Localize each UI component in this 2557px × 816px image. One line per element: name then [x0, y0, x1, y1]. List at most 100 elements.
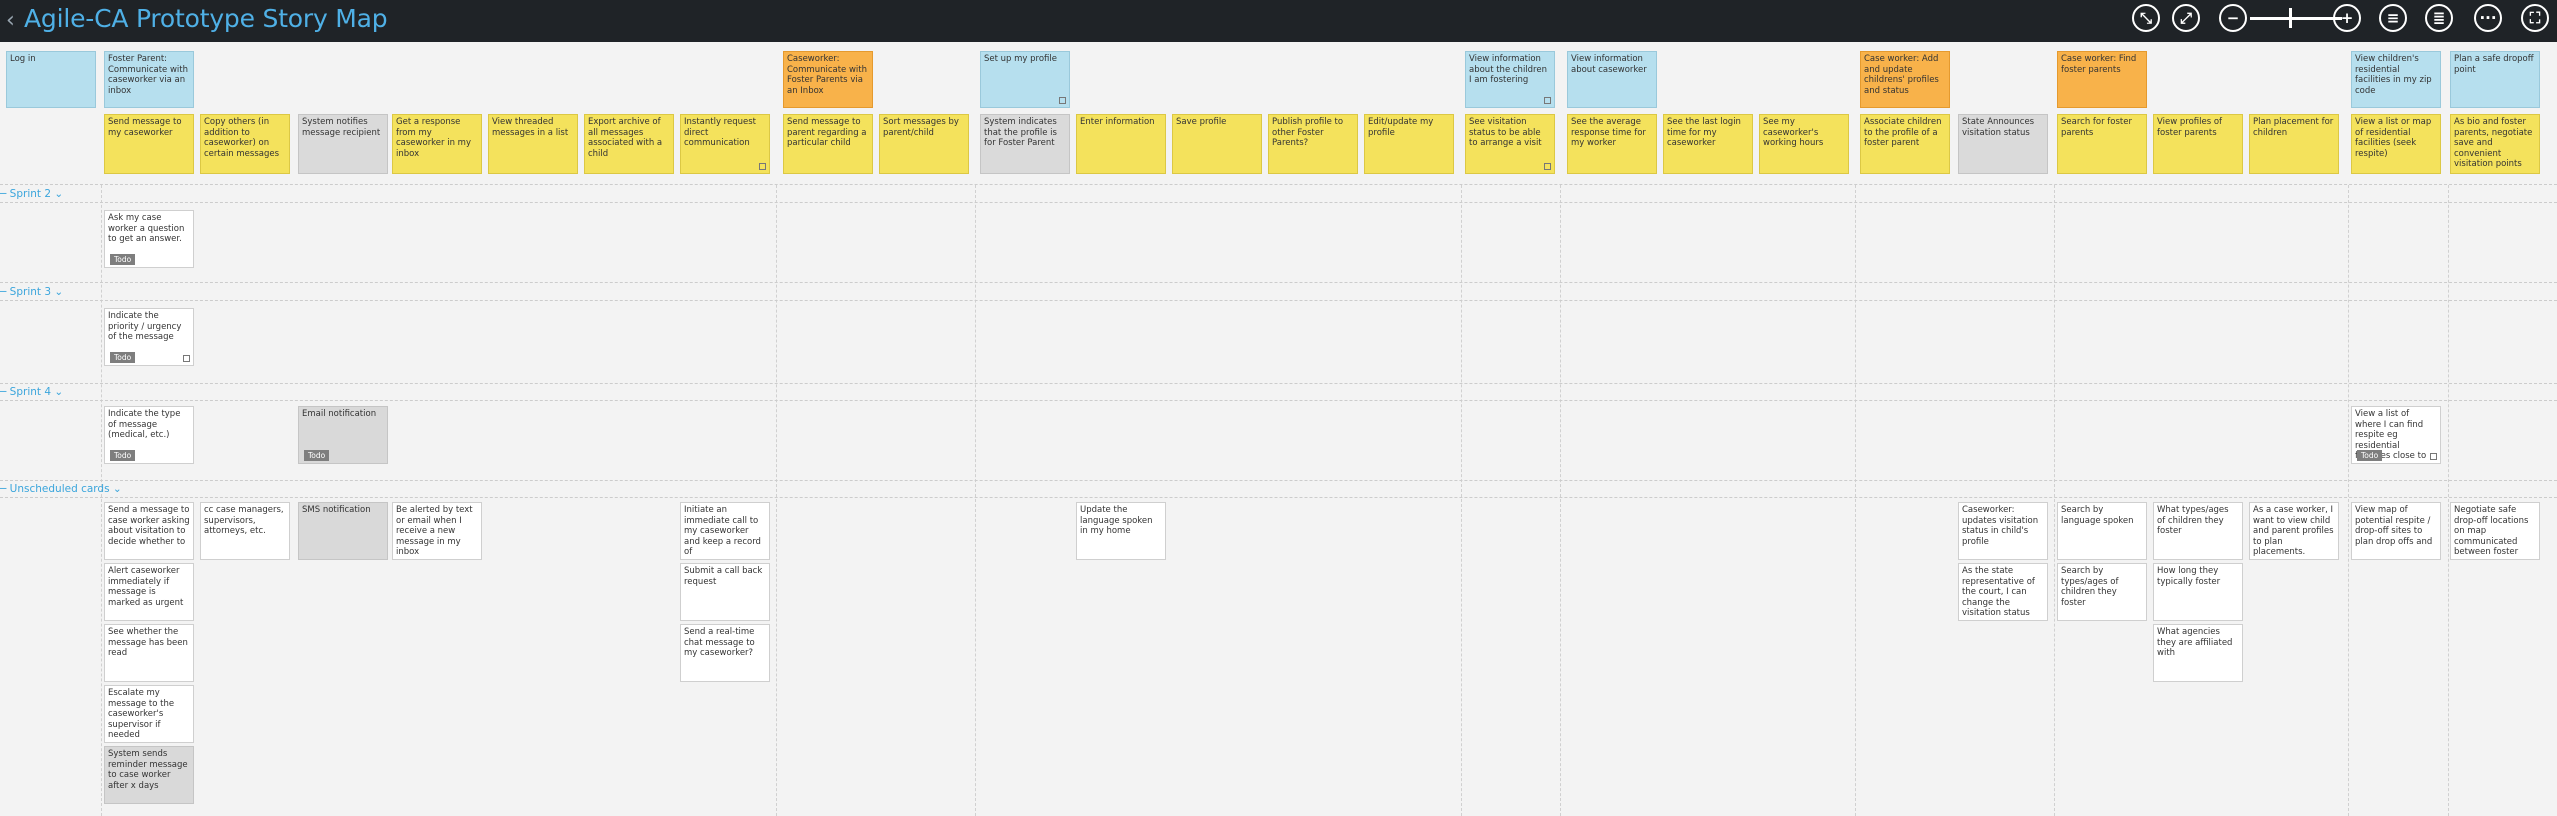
task-card[interactable]: View profiles of foster parents — [2153, 114, 2243, 174]
fullscreen-icon[interactable]: ⛶ — [2521, 4, 2549, 32]
status-badge: Todo — [110, 450, 136, 461]
task-card[interactable]: See the last login time for my caseworke… — [1663, 114, 1753, 174]
task-card[interactable]: State Announces visitation status — [1958, 114, 2048, 174]
status-badge: Todo — [2357, 450, 2383, 461]
story-card[interactable]: What types/ages of children they foster — [2153, 502, 2243, 560]
card-text: Search for foster parents — [2061, 117, 2132, 138]
task-card[interactable]: View a list or map of residential facili… — [2351, 114, 2441, 174]
task-card[interactable]: System indicates that the profile is for… — [980, 114, 1070, 174]
activity-card[interactable]: Plan a safe dropoff point — [2450, 51, 2540, 108]
card-text: Save profile — [1176, 117, 1227, 127]
story-card[interactable]: SMS notification — [298, 502, 388, 560]
story-card[interactable]: View a list of where I can find respite … — [2351, 406, 2441, 464]
story-card[interactable]: What agencies they are affiliated with — [2153, 624, 2243, 682]
lane-header-unscheduled[interactable]: ─ Unscheduled cards ⌄ — [0, 483, 122, 495]
task-card[interactable]: As bio and foster parents, negotiate sav… — [2450, 114, 2540, 174]
task-card[interactable]: View threaded messages in a list — [488, 114, 578, 174]
more-icon[interactable]: ··· — [2474, 4, 2502, 32]
zoom-out-icon[interactable]: − — [2219, 4, 2247, 32]
story-card[interactable]: Search by types/ages of children they fo… — [2057, 563, 2147, 621]
card-text: Alert caseworker immediately if message … — [108, 566, 184, 608]
story-card[interactable]: Caseworker: updates visitation status in… — [1958, 502, 2048, 560]
lane-header-sprint-3[interactable]: ─ Sprint 3 ⌄ — [0, 286, 63, 298]
menu-icon[interactable]: ≡ — [2379, 4, 2407, 32]
activity-card[interactable]: Log in — [6, 51, 96, 108]
story-card[interactable]: Submit a call back request — [680, 563, 770, 621]
story-card[interactable]: Be alerted by text or email when I recei… — [392, 502, 482, 560]
task-card[interactable]: Save profile — [1172, 114, 1262, 174]
task-card[interactable]: Edit/update my profile — [1364, 114, 1454, 174]
card-text: Get a response from my caseworker in my … — [396, 117, 471, 159]
task-card[interactable]: Send message to my caseworker — [104, 114, 194, 174]
card-text: Case worker: Add and update childrens' p… — [1864, 54, 1939, 96]
collapse-icon[interactable]: ⤡ — [2132, 4, 2160, 32]
card-text: Caseworker: updates visitation status in… — [1962, 505, 2039, 547]
task-card[interactable]: Enter information — [1076, 114, 1166, 174]
story-card[interactable]: Escalate my message to the caseworker's … — [104, 685, 194, 743]
lane-divider — [0, 383, 2557, 384]
lane-label: Sprint 2 — [9, 188, 52, 200]
task-card[interactable]: Search for foster parents — [2057, 114, 2147, 174]
activity-card[interactable]: Set up my profile — [980, 51, 1070, 108]
story-card[interactable]: Negotiate safe drop-off locations on map… — [2450, 502, 2540, 560]
card-text: See the average response time for my wor… — [1571, 117, 1646, 148]
lane-divider — [0, 497, 2557, 498]
story-card[interactable]: See whether the message has been read — [104, 624, 194, 682]
story-card[interactable]: Search by language spoken — [2057, 502, 2147, 560]
story-card[interactable]: Email notification Todo — [298, 406, 388, 464]
task-card[interactable]: Get a response from my caseworker in my … — [392, 114, 482, 174]
story-card[interactable]: As the state representative of the court… — [1958, 563, 2048, 621]
story-card[interactable]: Send a real-time chat message to my case… — [680, 624, 770, 682]
task-card[interactable]: Send message to parent regarding a parti… — [783, 114, 873, 174]
task-card[interactable]: Copy others (in addition to caseworker) … — [200, 114, 290, 174]
zoom-in-icon[interactable]: + — [2333, 4, 2361, 32]
story-card[interactable]: Indicate the type of message (medical, e… — [104, 406, 194, 464]
lane-label: Unscheduled cards — [9, 483, 110, 495]
card-text: See whether the message has been read — [108, 627, 188, 658]
activity-card[interactable]: View information about caseworker — [1567, 51, 1657, 108]
task-card[interactable]: Plan placement for children — [2249, 114, 2339, 174]
activity-card[interactable]: Foster Parent: Communicate with casework… — [104, 51, 194, 108]
note-icon — [1059, 97, 1066, 104]
expand-icon[interactable]: ⤢ — [2172, 4, 2200, 32]
story-card[interactable]: cc case managers, supervisors, attorneys… — [200, 502, 290, 560]
lane-header-sprint-4[interactable]: ─ Sprint 4 ⌄ — [0, 386, 63, 398]
story-card[interactable]: How long they typically foster — [2153, 563, 2243, 621]
column-divider — [2348, 185, 2349, 816]
activity-card[interactable]: Case worker: Find foster parents — [2057, 51, 2147, 108]
zoom-slider-thumb[interactable] — [2289, 8, 2292, 28]
card-text: What types/ages of children they foster — [2157, 505, 2229, 536]
activity-card[interactable]: View children's residential facilities i… — [2351, 51, 2441, 108]
lane-header-sprint-2[interactable]: ─ Sprint 2 ⌄ — [0, 188, 63, 200]
activity-card[interactable]: View information about the children I am… — [1465, 51, 1555, 108]
task-card[interactable]: Export archive of all messages associate… — [584, 114, 674, 174]
card-text: As bio and foster parents, negotiate sav… — [2454, 117, 2533, 169]
story-card[interactable]: Indicate the priority / urgency of the m… — [104, 308, 194, 366]
notes-icon[interactable]: ≣ — [2425, 4, 2453, 32]
story-card[interactable]: As a case worker, I want to view child a… — [2249, 502, 2339, 560]
story-card[interactable]: Alert caseworker immediately if message … — [104, 563, 194, 621]
story-card[interactable]: System sends reminder message to case wo… — [104, 746, 194, 804]
activity-card[interactable]: Case worker: Add and update childrens' p… — [1860, 51, 1950, 108]
task-card[interactable]: Publish profile to other Foster Parents? — [1268, 114, 1358, 174]
card-text: SMS notification — [302, 505, 371, 515]
task-card[interactable]: Instantly request direct communication — [680, 114, 770, 174]
column-divider — [1855, 185, 1856, 816]
zoom-slider[interactable] — [2250, 17, 2342, 20]
story-card[interactable]: Send a message to case worker asking abo… — [104, 502, 194, 560]
card-text: See my caseworker's working hours — [1763, 117, 1824, 148]
task-card[interactable]: System notifies message recipient — [298, 114, 388, 174]
task-card[interactable]: See visitation status to be able to arra… — [1465, 114, 1555, 174]
card-text: View threaded messages in a list — [492, 117, 569, 138]
story-card[interactable]: Update the language spoken in my home — [1076, 502, 1166, 560]
activity-card[interactable]: Caseworker: Communicate with Foster Pare… — [783, 51, 873, 108]
back-chevron-icon[interactable]: ‹ — [6, 8, 15, 33]
card-text: cc case managers, supervisors, attorneys… — [204, 505, 284, 536]
story-card[interactable]: Ask my case worker a question to get an … — [104, 210, 194, 268]
task-card[interactable]: See my caseworker's working hours — [1759, 114, 1849, 174]
story-card[interactable]: View map of potential respite / drop-off… — [2351, 502, 2441, 560]
task-card[interactable]: Associate children to the profile of a f… — [1860, 114, 1950, 174]
task-card[interactable]: See the average response time for my wor… — [1567, 114, 1657, 174]
task-card[interactable]: Sort messages by parent/child — [879, 114, 969, 174]
story-card[interactable]: Initiate an immediate call to my casewor… — [680, 502, 770, 560]
